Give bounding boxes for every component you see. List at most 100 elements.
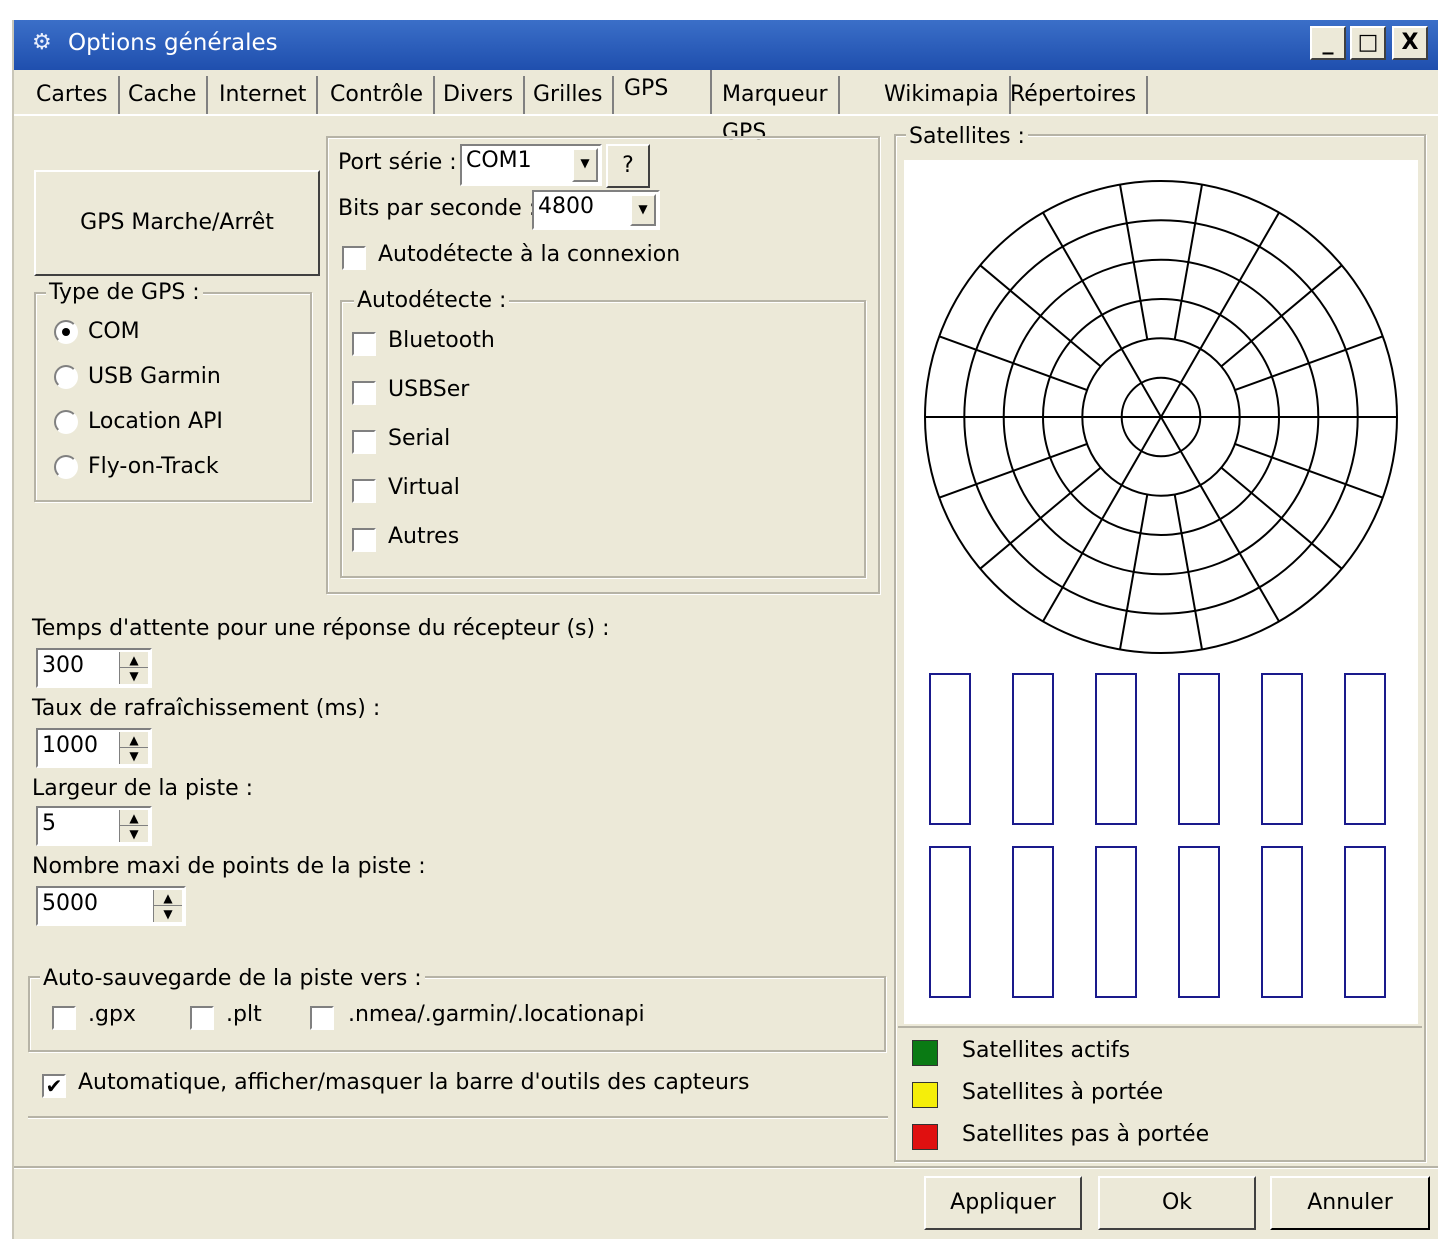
tab-marqueur-gps[interactable]: Marqueur GPS — [712, 76, 840, 145]
radio-location-api[interactable] — [54, 410, 78, 434]
checkbox-gpx-label: .gpx — [88, 1002, 136, 1027]
sky-spoke — [938, 335, 1088, 392]
baud-combo[interactable]: 4800 ▼ — [532, 190, 660, 230]
checkbox-plt[interactable] — [190, 1006, 214, 1030]
timeout-label: Temps d'attente pour une réponse du réce… — [32, 616, 610, 641]
legend-out-of-range-label: Satellites pas à portée — [962, 1122, 1210, 1147]
gps-toggle-button[interactable]: GPS Marche/Arrêt — [34, 170, 320, 276]
sky-spoke — [1119, 494, 1149, 650]
ok-button[interactable]: Ok — [1098, 1176, 1256, 1230]
signal-bar — [1178, 673, 1220, 825]
spin-up-icon[interactable]: ▲ — [154, 890, 182, 906]
autodetect-legend: Autodétecte : — [354, 288, 510, 313]
minimize-button[interactable]: _ — [1310, 26, 1346, 60]
spin-down-icon[interactable]: ▼ — [154, 906, 182, 922]
tab-repertoires[interactable]: Répertoires — [1000, 76, 1149, 116]
checkbox-autres[interactable] — [352, 528, 376, 552]
port-help-button[interactable]: ? — [606, 144, 650, 188]
maximize-button[interactable]: □ — [1350, 26, 1386, 60]
close-button[interactable]: X — [1392, 26, 1428, 60]
track-width-value: 5 — [42, 811, 56, 836]
autodetect-connect-label: Autodétecte à la connexion — [378, 242, 681, 267]
gps-type-legend: Type de GPS : — [46, 280, 203, 305]
sensor-toolbar-checkbox[interactable]: ✔ — [42, 1074, 66, 1098]
signal-bar — [1344, 673, 1386, 825]
autodetect-connect-checkbox[interactable] — [342, 246, 366, 270]
checkbox-nmea[interactable] — [310, 1006, 334, 1030]
checkbox-usbser[interactable] — [352, 381, 376, 405]
legend-active-label: Satellites actifs — [962, 1038, 1131, 1063]
gear-icon: ⚙ — [32, 30, 52, 55]
timeout-stepper[interactable]: 300 ▲ ▼ — [36, 648, 152, 688]
sky-spoke — [1234, 335, 1384, 392]
stepper-buttons[interactable]: ▲ ▼ — [119, 732, 148, 764]
baud-value: 4800 — [538, 194, 594, 219]
sky-spoke — [1119, 184, 1149, 340]
sensor-toolbar-label: Automatique, afficher/masquer la barre d… — [78, 1070, 750, 1095]
track-width-label: Largeur de la piste : — [32, 776, 254, 801]
tab-gps[interactable]: GPS — [614, 70, 712, 116]
satellite-view — [904, 160, 1418, 1024]
stepper-buttons[interactable]: ▲ ▼ — [119, 810, 148, 842]
checkbox-gpx[interactable] — [52, 1006, 76, 1030]
signal-bar — [1178, 846, 1220, 998]
spin-down-icon[interactable]: ▼ — [120, 826, 148, 842]
checkbox-virtual[interactable] — [352, 479, 376, 503]
stepper-buttons[interactable]: ▲ ▼ — [119, 652, 148, 684]
chevron-down-icon[interactable]: ▼ — [630, 194, 656, 226]
signal-bar — [929, 846, 971, 998]
legend-active-swatch — [912, 1040, 938, 1066]
signal-bar — [1012, 846, 1054, 998]
refresh-rate-stepper[interactable]: 1000 ▲ ▼ — [36, 728, 152, 768]
checkbox-usbser-label: USBSer — [388, 377, 470, 402]
tab-divers[interactable]: Divers — [433, 76, 526, 116]
signal-bar — [1344, 846, 1386, 998]
radio-location-api-label: Location API — [88, 409, 223, 434]
spin-up-icon[interactable]: ▲ — [120, 652, 148, 668]
tab-grilles[interactable]: Grilles — [523, 76, 615, 116]
checkbox-autres-label: Autres — [388, 524, 460, 549]
track-width-stepper[interactable]: 5 ▲ ▼ — [36, 806, 152, 846]
title-bar[interactable]: ⚙ Options générales _ □ X — [14, 20, 1438, 70]
legend-out-of-range-swatch — [912, 1124, 938, 1150]
checkbox-serial[interactable] — [352, 430, 376, 454]
spin-up-icon[interactable]: ▲ — [120, 732, 148, 748]
cancel-button[interactable]: Annuler — [1270, 1176, 1430, 1230]
tab-cartes[interactable]: Cartes — [26, 76, 120, 116]
bottom-separator — [14, 1166, 1438, 1169]
chevron-down-icon[interactable]: ▼ — [572, 148, 598, 182]
satellite-legend-separator — [898, 1026, 1422, 1028]
satellite-sky-plot — [924, 180, 1398, 998]
tab-panel-edge — [14, 114, 1438, 116]
max-points-stepper[interactable]: 5000 ▲ ▼ — [36, 886, 186, 926]
spin-down-icon[interactable]: ▼ — [120, 668, 148, 684]
apply-button[interactable]: Appliquer — [924, 1176, 1082, 1230]
checkbox-bluetooth[interactable] — [352, 332, 376, 356]
spin-down-icon[interactable]: ▼ — [120, 748, 148, 764]
stepper-buttons[interactable]: ▲ ▼ — [153, 890, 182, 922]
signal-bar — [1095, 846, 1137, 998]
separator — [28, 1116, 888, 1119]
checkbox-serial-label: Serial — [388, 426, 451, 451]
checkbox-bluetooth-label: Bluetooth — [388, 328, 495, 353]
radio-fly-on-track[interactable] — [54, 455, 78, 479]
options-dialog: ⚙ Options générales _ □ X Cartes Cache I… — [12, 20, 1438, 1239]
checkbox-virtual-label: Virtual — [388, 475, 460, 500]
radio-dot — [62, 328, 70, 336]
radio-com[interactable] — [54, 320, 78, 344]
sky-spoke — [1234, 442, 1384, 499]
port-combo[interactable]: COM1 ▼ — [460, 144, 602, 186]
signal-bar — [1261, 673, 1303, 825]
legend-in-range-label: Satellites à portée — [962, 1080, 1164, 1105]
satellites-legend: Satellites : — [906, 124, 1028, 149]
signal-bar — [1095, 673, 1137, 825]
tab-wikimapia[interactable]: Wikimapia — [874, 76, 1011, 116]
tab-internet[interactable]: Internet — [209, 76, 319, 116]
sky-spoke — [1173, 184, 1203, 340]
tab-cache[interactable]: Cache — [118, 76, 209, 116]
refresh-rate-value: 1000 — [42, 733, 98, 758]
checkmark-icon: ✔ — [45, 1074, 63, 1098]
spin-up-icon[interactable]: ▲ — [120, 810, 148, 826]
radio-usb-garmin[interactable] — [54, 365, 78, 389]
tab-controle[interactable]: Contrôle — [320, 76, 436, 116]
